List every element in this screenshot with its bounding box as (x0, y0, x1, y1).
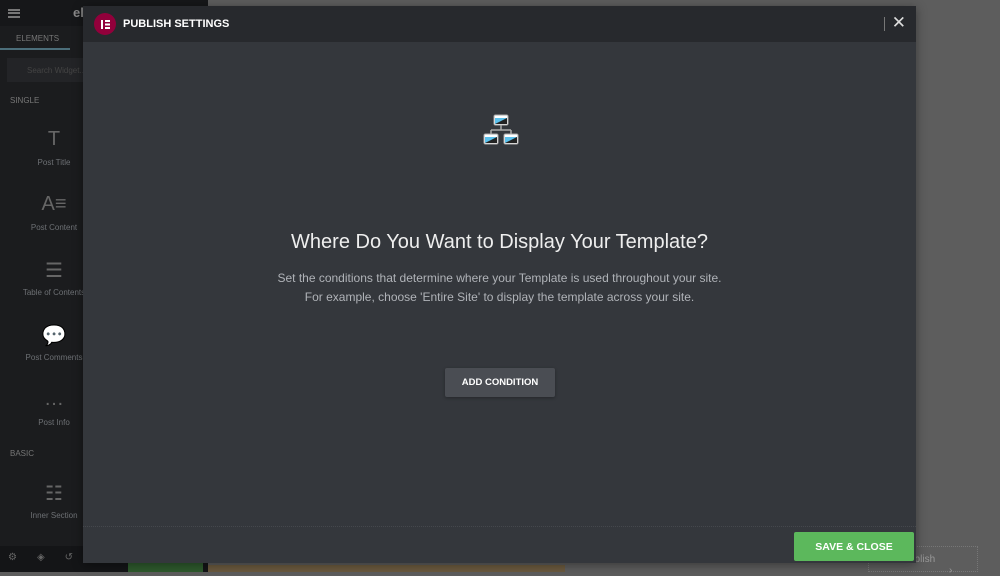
description-line: Set the conditions that determine where … (277, 271, 722, 285)
modal-header: PUBLISH SETTINGS ✕ (83, 6, 916, 42)
save-close-button[interactable]: SAVE & CLOSE (794, 532, 914, 561)
sitemap-icon (483, 114, 519, 145)
modal-body: Where Do You Want to Display Your Templa… (83, 42, 916, 527)
canvas-preview (208, 565, 565, 572)
modal-title: PUBLISH SETTINGS (123, 18, 230, 30)
publish-settings-modal: PUBLISH SETTINGS ✕ Where Do You Want to … (83, 6, 916, 563)
elementor-logo-icon (94, 13, 116, 35)
history-icon[interactable]: ↺ (65, 552, 73, 566)
modal-description: Set the conditions that determine where … (83, 269, 916, 307)
add-condition-button[interactable]: ADD CONDITION (445, 368, 555, 397)
chevron-right-icon: › (949, 565, 953, 576)
layers-icon[interactable]: ◈ (37, 552, 45, 566)
gear-icon[interactable]: ⚙ (8, 552, 17, 566)
hamburger-menu-icon[interactable] (8, 8, 20, 18)
close-icon[interactable]: ✕ (892, 13, 906, 33)
description-line: For example, choose 'Entire Site' to dis… (304, 290, 695, 304)
divider (884, 17, 885, 31)
update-button-behind (128, 562, 203, 572)
modal-heading: Where Do You Want to Display Your Templa… (291, 231, 708, 253)
